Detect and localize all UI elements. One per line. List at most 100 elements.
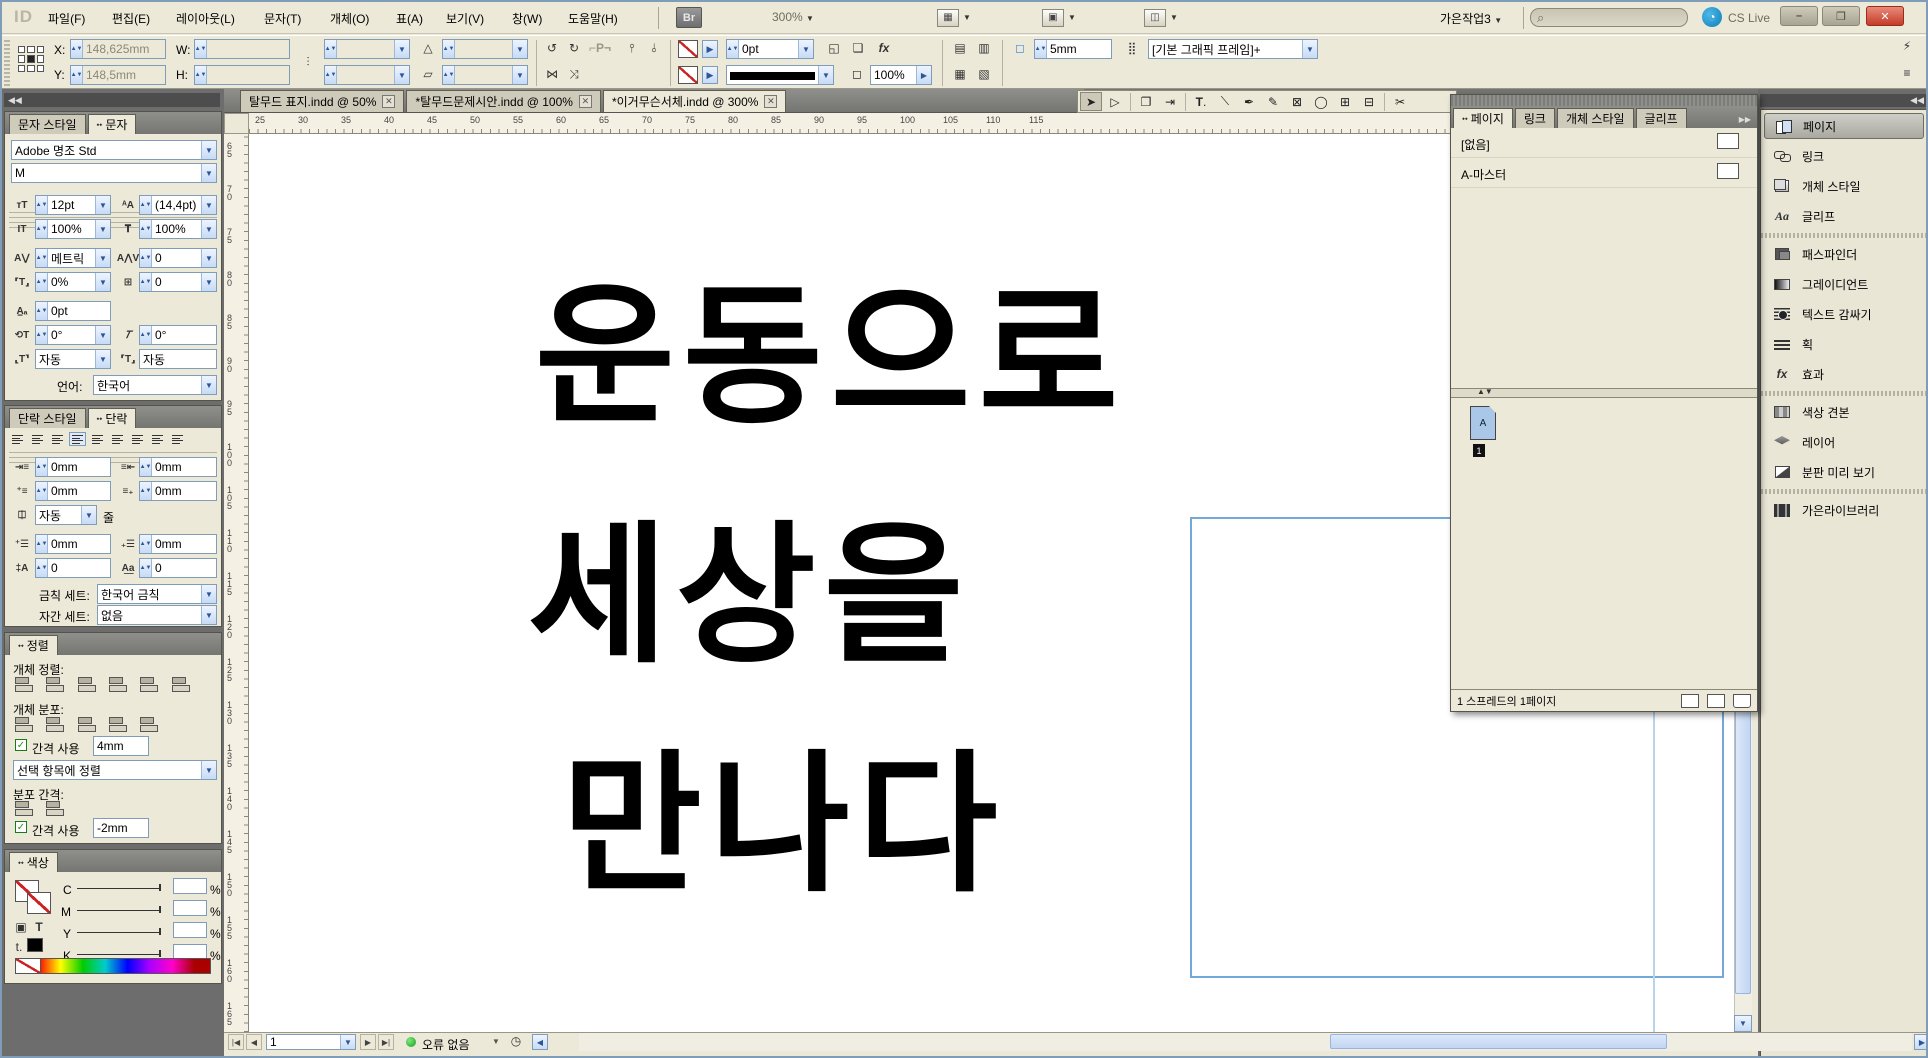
spinner-icon[interactable]: ▲▼	[195, 40, 207, 58]
preflight-menu-arrow[interactable]: ▼	[492, 1037, 500, 1046]
wrap-jump-icon[interactable]: ▧	[974, 65, 994, 83]
cs-live-label[interactable]: CS Live	[1728, 11, 1770, 25]
magenta-value-field[interactable]	[173, 900, 207, 916]
dock-gradient-button[interactable]: 그레이디언트	[1764, 271, 1924, 297]
tab-character-styles[interactable]: 문자 스타일	[9, 114, 86, 134]
ellipse-tool[interactable]: ◯	[1310, 92, 1332, 111]
last-page-button[interactable]: ▶|	[378, 1034, 394, 1050]
use-spacing-checkbox[interactable]: ✓	[15, 739, 27, 751]
last-line-indent-field[interactable]: ▲▼0mm	[139, 481, 217, 501]
menu-help[interactable]: 도움말(H)	[568, 10, 618, 27]
distribute-hcenter-button[interactable]	[140, 717, 158, 732]
right-indent-field[interactable]: ▲▼0mm	[139, 457, 217, 477]
headline-line-1[interactable]: 운동으로	[535, 282, 1126, 434]
align-left-button[interactable]	[9, 432, 26, 446]
window-arrange-dropdown[interactable]: ◫▼	[1144, 7, 1190, 28]
character-rotation-field[interactable]: ▲▼0°▼	[35, 325, 111, 345]
tab-color[interactable]: ⬩⬩색상	[9, 852, 58, 872]
scroll-right-button[interactable]: ▶	[1914, 1034, 1928, 1050]
vertical-ruler[interactable]: 6 57 07 58 08 59 09 51 0 01 0 51 1 01 1 …	[224, 134, 249, 1032]
grid-jidori-field[interactable]: ▲▼0▼	[139, 272, 217, 292]
panel-drag-bar[interactable]	[1451, 95, 1757, 106]
delete-page-icon[interactable]	[1733, 694, 1751, 708]
opacity-field[interactable]: 100%▶	[870, 65, 932, 85]
tab-links[interactable]: 링크	[1515, 108, 1555, 128]
panel-menu-icon[interactable]: ≡	[1897, 64, 1917, 82]
menu-edit[interactable]: 편집(E)	[112, 10, 150, 27]
shear-angle-field[interactable]: ▲▼▼	[442, 65, 528, 85]
align-towards-spine-button[interactable]	[149, 432, 166, 446]
formatting-text-icon[interactable]: T	[29, 918, 49, 936]
color-spectrum-ramp[interactable]	[15, 958, 211, 974]
menu-type[interactable]: 문자(T)	[264, 10, 301, 27]
minimize-button[interactable]: –	[1780, 6, 1818, 26]
dock-layers-button[interactable]: 레이어	[1764, 429, 1924, 455]
align-right-edges-button[interactable]	[78, 677, 96, 692]
dock-separations-button[interactable]: 분판 미리 보기	[1764, 459, 1924, 485]
stroke-swatch[interactable]	[678, 40, 698, 58]
y-position-field[interactable]: ▲▼148,5mm	[70, 65, 166, 85]
align-vertical-centers-button[interactable]	[140, 677, 158, 692]
splitter-arrows-icon[interactable]: ▲▼	[1477, 387, 1493, 396]
swap-colors-icon[interactable]: t.	[9, 938, 29, 956]
black-swatch[interactable]	[27, 938, 43, 952]
align-bottom-edges-button[interactable]	[172, 677, 190, 692]
font-size-field[interactable]: ▲▼12pt▼	[35, 195, 111, 215]
tab-paragraph-styles[interactable]: 단락 스타일	[9, 408, 86, 428]
ruler-origin-box[interactable]	[224, 113, 249, 134]
menu-table[interactable]: 표(A)	[396, 10, 423, 27]
spinner-icon[interactable]: ▲▼	[71, 66, 83, 84]
gap-width-field[interactable]: ▲▼5mm	[1034, 39, 1112, 59]
document-tab[interactable]: *탈무드문제시안.indd @ 100% ✕	[406, 90, 601, 112]
grid-dropdown[interactable]: 자동▼	[35, 505, 97, 525]
collapse-dock-bar[interactable]: ◀◀	[1760, 94, 1928, 107]
master-row-a[interactable]: A-마스터	[1451, 158, 1757, 188]
align-left-edges-button[interactable]	[15, 677, 33, 692]
stroke-color-swatch[interactable]	[27, 892, 51, 914]
tab-pages[interactable]: ⬩⬩페이지	[1453, 108, 1513, 128]
dock-pathfinder-button[interactable]: 패스파인더	[1764, 241, 1924, 267]
horizontal-scrollbar[interactable]	[579, 1033, 1912, 1051]
width-field[interactable]: ▲▼	[194, 39, 290, 59]
justify-center-button[interactable]	[89, 432, 106, 446]
tab-character[interactable]: ⬩⬩문자	[88, 114, 137, 134]
close-icon[interactable]: ✕	[764, 95, 777, 108]
height-field[interactable]: ▲▼	[194, 65, 290, 85]
scroll-down-button[interactable]: ▼	[1734, 1015, 1752, 1032]
gyoudori-dropdown[interactable]: 자동▼	[35, 349, 111, 369]
panel-grip[interactable]	[4, 40, 10, 86]
dock-pages-button[interactable]: 페이지	[1764, 113, 1924, 139]
master-row-none[interactable]: [없음]	[1451, 128, 1757, 158]
align-to-dropdown[interactable]: 선택 항목에 정렬▼	[13, 760, 217, 780]
vertical-scale-field[interactable]: ▲▼100%▼	[35, 219, 111, 239]
tsume-field[interactable]: ▲▼0%▼	[35, 272, 111, 292]
fill-flyout-arrow[interactable]: ▶	[702, 66, 718, 84]
formatting-container-icon[interactable]: ▣	[11, 918, 31, 936]
tab-object-styles[interactable]: 개체 스타일	[1557, 108, 1634, 128]
font-family-dropdown[interactable]: Adobe 명조 Std▼	[11, 140, 217, 160]
use-spacing2-checkbox[interactable]: ✓	[15, 821, 27, 833]
spinner-icon[interactable]: ▲▼	[727, 40, 739, 58]
frame-fitting-icon[interactable]: ◻	[1010, 39, 1030, 57]
tab-glyphs[interactable]: 글리프	[1636, 108, 1687, 128]
cs-live-icon[interactable]: ◔	[1702, 7, 1722, 27]
yellow-value-field[interactable]	[173, 922, 207, 938]
flip-horizontal-icon[interactable]: ⋈	[542, 65, 562, 83]
menu-layout[interactable]: 레이아웃(L)	[176, 10, 235, 27]
font-style-dropdown[interactable]: M▼	[11, 163, 217, 183]
align-away-spine-button[interactable]	[169, 432, 186, 446]
object-style-dropdown[interactable]: [기본 그래픽 프레임]+▼	[1148, 39, 1318, 59]
stroke-flyout-arrow[interactable]: ▶	[702, 40, 718, 58]
pen-tool[interactable]: ✒	[1238, 92, 1260, 111]
rectangle-frame-tool[interactable]: ⊠	[1286, 92, 1308, 111]
tab-paragraph[interactable]: ⬩⬩단락	[88, 408, 137, 428]
stroke-weight-field[interactable]: ▲▼0pt▼	[726, 39, 814, 59]
chevron-down-icon[interactable]: ▶	[916, 66, 931, 84]
x-position-field[interactable]: ▲▼148,625mm	[70, 39, 166, 59]
restore-button[interactable]: ❐	[1822, 6, 1860, 26]
line-tool[interactable]: ⟍	[1214, 92, 1236, 111]
justify-left-button[interactable]	[69, 432, 86, 446]
menu-file[interactable]: 파일(F)	[48, 10, 85, 27]
frame-grid-tool[interactable]: ⊞	[1334, 92, 1356, 111]
reference-point-proxy[interactable]	[18, 46, 44, 72]
